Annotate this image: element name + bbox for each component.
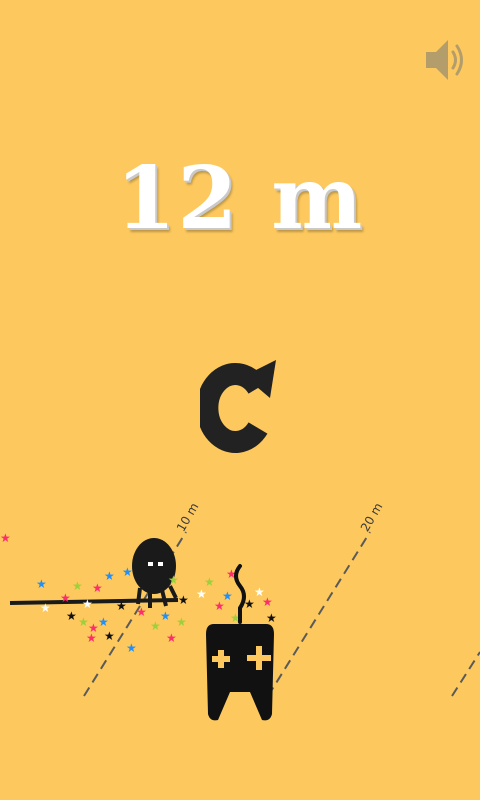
svg-text:★: ★ bbox=[168, 573, 179, 587]
svg-text:★: ★ bbox=[0, 531, 11, 545]
sound-toggle-button[interactable] bbox=[420, 28, 468, 92]
svg-text:★: ★ bbox=[82, 597, 93, 611]
svg-text:★: ★ bbox=[116, 599, 127, 613]
gamepad-icon bbox=[206, 564, 274, 721]
svg-text:★: ★ bbox=[160, 609, 171, 623]
speaker-icon bbox=[426, 40, 463, 80]
restart-button[interactable] bbox=[196, 336, 280, 468]
rope bbox=[9, 598, 179, 605]
svg-text:★: ★ bbox=[86, 631, 97, 645]
distance-score: 12 m bbox=[115, 148, 365, 249]
svg-text:★: ★ bbox=[104, 629, 115, 643]
svg-text:★: ★ bbox=[98, 615, 109, 629]
svg-text:★: ★ bbox=[36, 577, 47, 591]
svg-text:★: ★ bbox=[166, 631, 177, 645]
svg-text:★: ★ bbox=[178, 593, 189, 607]
svg-text:★: ★ bbox=[122, 565, 133, 579]
svg-text:★: ★ bbox=[60, 591, 71, 605]
svg-text:★: ★ bbox=[72, 579, 83, 593]
gamepad-button[interactable] bbox=[204, 562, 276, 724]
svg-text:★: ★ bbox=[92, 581, 103, 595]
svg-text:★: ★ bbox=[126, 641, 137, 655]
svg-text:★: ★ bbox=[176, 615, 187, 629]
restart-arrow-icon bbox=[196, 360, 276, 453]
distance-marker-line-30 bbox=[451, 651, 480, 697]
svg-text:★: ★ bbox=[104, 569, 115, 583]
svg-text:★: ★ bbox=[136, 605, 147, 619]
distance-marker-line-20 bbox=[267, 531, 371, 697]
svg-text:★: ★ bbox=[40, 601, 51, 615]
svg-text:★: ★ bbox=[66, 609, 77, 623]
